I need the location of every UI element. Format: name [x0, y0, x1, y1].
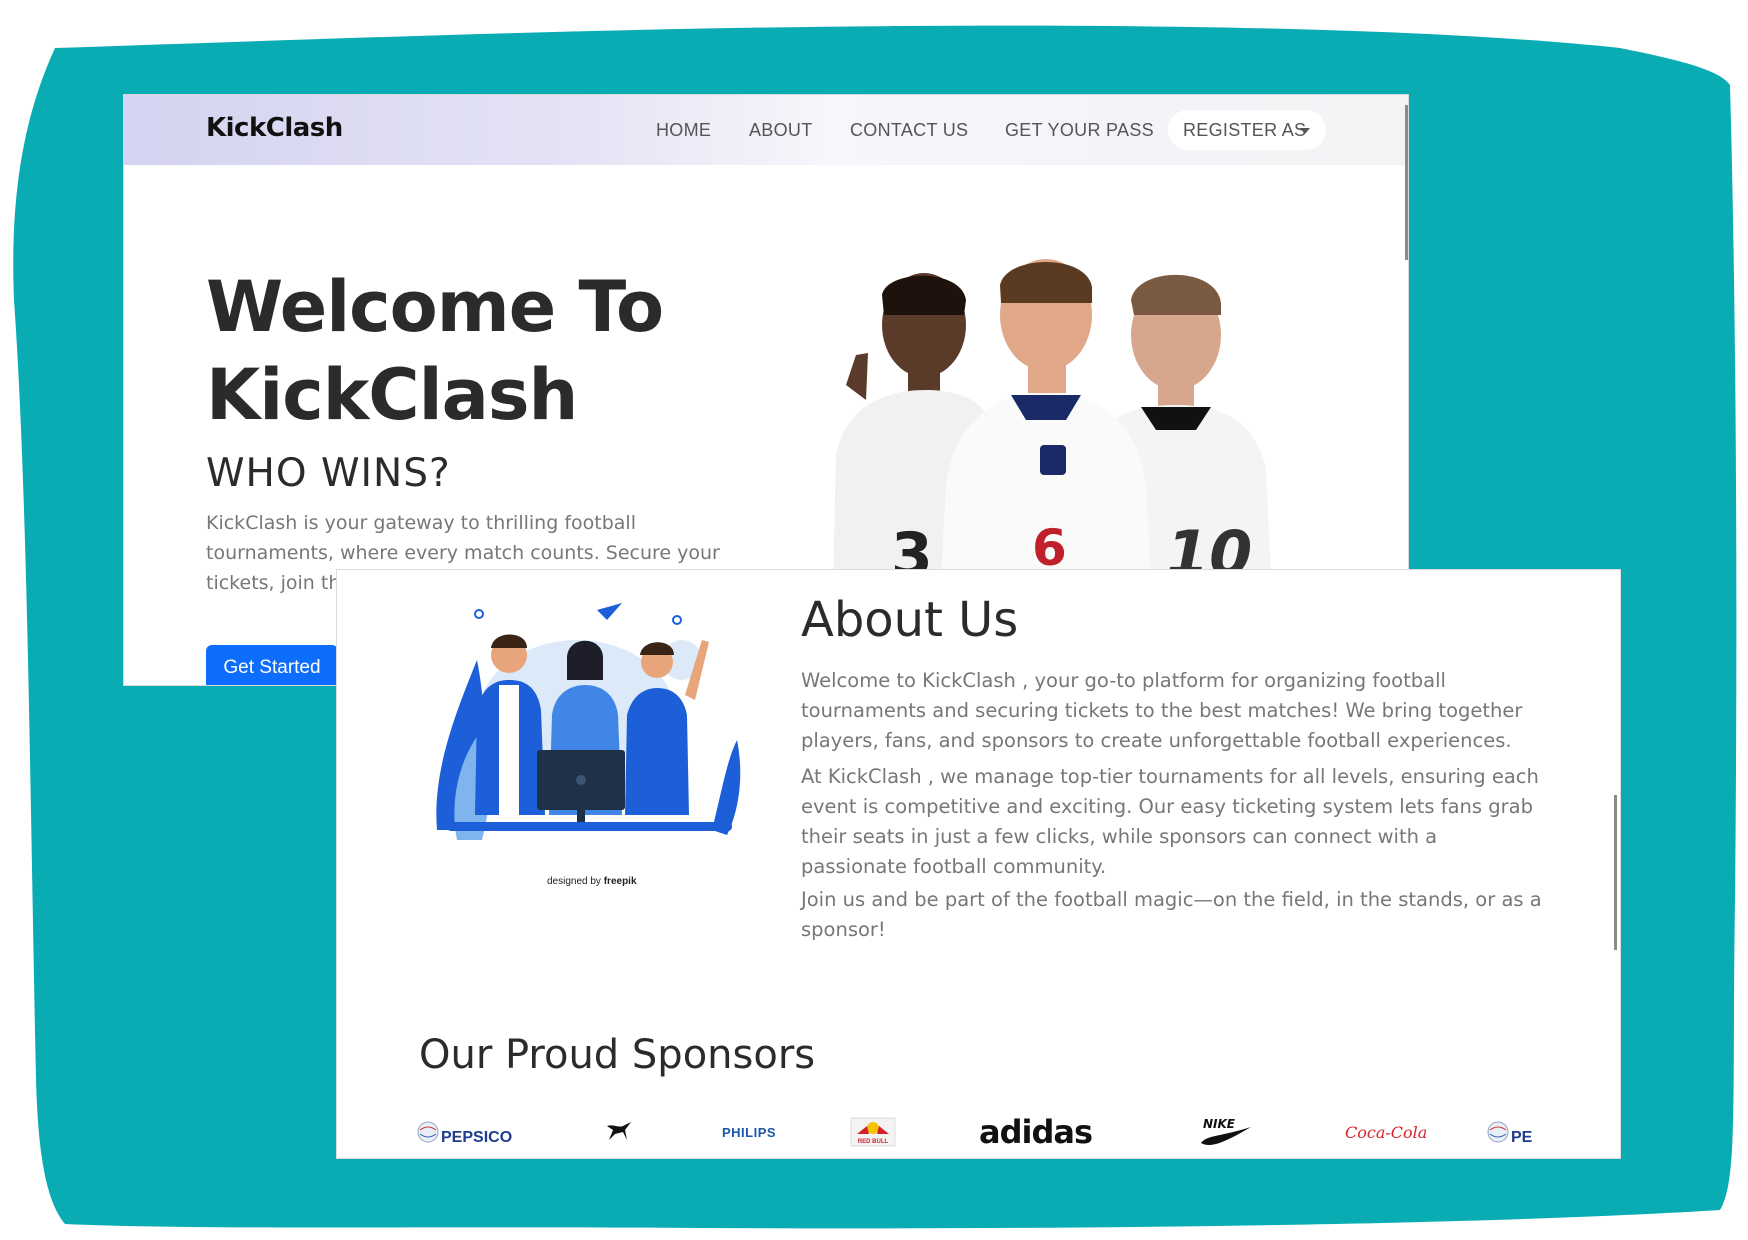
hero-subtitle: WHO WINS? — [206, 451, 451, 496]
nav-home[interactable]: HOME — [656, 120, 711, 141]
sponsor-logo-pepsico-repeat: PEPSICO — [1487, 1110, 1533, 1154]
sponsor-logo-pepsico: PEPSICO — [417, 1110, 512, 1154]
register-as-label: REGISTER AS — [1183, 120, 1307, 140]
sponsor-logo-nike: NIKE — [1197, 1110, 1253, 1154]
hero-title-line-1: Welcome To — [206, 266, 664, 348]
team-illustration — [436, 603, 741, 840]
hero-title-line-2: KickClash — [206, 354, 578, 436]
pepsico-globe-icon — [1487, 1121, 1509, 1143]
jersey-number-center: 6 — [1032, 519, 1067, 577]
about-title: About Us — [801, 592, 1019, 648]
caret-down-icon — [1300, 128, 1310, 134]
sponsors-title: Our Proud Sponsors — [419, 1032, 816, 1078]
hero-title: Welcome To KickClash — [206, 263, 766, 439]
nav-about[interactable]: ABOUT — [749, 120, 813, 141]
pepsico-globe-icon — [417, 1121, 439, 1143]
sponsor-logo-coca-cola: Coca-Cola — [1345, 1122, 1428, 1142]
puma-cat-icon — [607, 1122, 631, 1140]
svg-text:NIKE: NIKE — [1203, 1117, 1236, 1131]
svg-text:RED BULL: RED BULL — [858, 1139, 889, 1145]
credit-prefix: designed by — [547, 876, 601, 887]
about-paragraph-1: Welcome to KickClash , your go-to platfo… — [801, 669, 1523, 752]
freepik-credit[interactable]: designed by freepik — [547, 876, 637, 887]
sponsor-logo-redbull: RED BULL — [849, 1110, 897, 1154]
get-started-button[interactable]: Get Started — [206, 645, 338, 685]
credit-brand: freepik — [603, 876, 637, 887]
nav-contact-us[interactable]: CONTACT US — [850, 120, 968, 141]
brand-logo[interactable]: KickClash — [206, 113, 343, 143]
sponsor-logo-adidas: adidas — [979, 1113, 1093, 1151]
about-paragraph-2: At KickClash , we manage top-tier tourna… — [801, 765, 1539, 878]
sponsors-row: PEPSICO PHILIPS RED BULL adidas NIKE Coc… — [417, 1110, 1537, 1154]
about-paragraph-3: Join us and be part of the football magi… — [801, 888, 1542, 941]
nav-get-your-pass[interactable]: GET YOUR PASS — [1005, 120, 1154, 141]
navbar: KickClash HOME ABOUT CONTACT US GET YOUR… — [124, 95, 1408, 165]
about-window: designed by freepik About Us Welcome to … — [337, 570, 1620, 1158]
sponsor-logo-puma — [605, 1110, 633, 1154]
redbull-icon: RED BULL — [850, 1117, 896, 1147]
sponsor-logo-philips: PHILIPS — [722, 1124, 777, 1140]
register-as-dropdown[interactable]: REGISTER AS — [1168, 110, 1326, 150]
nike-swoosh-icon: NIKE — [1201, 1117, 1251, 1146]
scrollbar[interactable] — [1614, 795, 1617, 950]
scrollbar[interactable] — [1405, 105, 1408, 260]
